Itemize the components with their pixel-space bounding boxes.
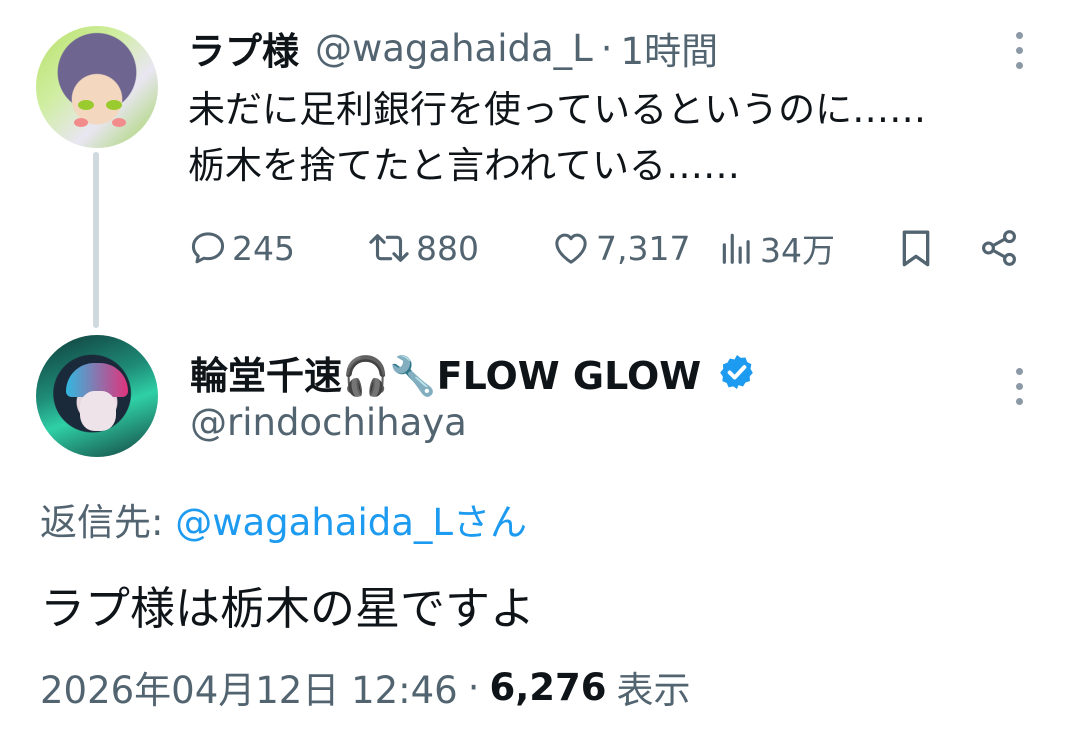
- reply-timestamp[interactable]: 2026年04月12日 12:46: [40, 660, 458, 714]
- reply-views-count: 6,276: [489, 665, 607, 709]
- parent-tweet-time[interactable]: 1時間: [621, 21, 719, 75]
- avatar-art: [74, 118, 88, 127]
- bar-chart-icon: [722, 233, 750, 264]
- parent-tweet[interactable]: ラプ様 @wagahaida_L · 1時間 未だに足利銀行を使っているというの…: [0, 0, 1080, 330]
- parent-avatar[interactable]: [36, 26, 158, 148]
- reply-to-line: 返信先: @wagahaida_Lさん: [40, 492, 527, 546]
- verified-badge-icon: [720, 355, 754, 389]
- reply-author-name[interactable]: 輪堂千速🎧🔧FLOW GLOW: [190, 345, 701, 400]
- avatar-art: [80, 391, 116, 431]
- avatar-art: [106, 100, 122, 110]
- parent-tweet-text-line: 栃木を捨てたと言われている……: [188, 144, 741, 187]
- reply-views-label: 表示: [616, 669, 691, 712]
- heart-icon: [555, 233, 587, 264]
- more-vertical-icon[interactable]: [1013, 32, 1025, 69]
- reply-author-row: 輪堂千速🎧🔧FLOW GLOW: [190, 344, 757, 400]
- parent-author-handle[interactable]: @wagahaida_L: [315, 27, 593, 70]
- views-count: 34万: [760, 231, 835, 270]
- reply-to-prefix: 返信先:: [40, 501, 164, 544]
- views-button[interactable]: 34万: [718, 222, 835, 274]
- reply-author-handle[interactable]: @rindochihaya: [190, 401, 467, 444]
- reply-to-mention-link[interactable]: @wagahaida_Lさん: [175, 501, 527, 544]
- more-vertical-icon[interactable]: [1013, 368, 1025, 405]
- avatar-art: [112, 118, 126, 127]
- retweet-count: 880: [416, 228, 479, 268]
- parent-tweet-text: 未だに足利銀行を使っているというのに…… 栃木を捨てたと言われている……: [188, 82, 1058, 194]
- reply-bubble-icon: [191, 232, 225, 264]
- bookmark-button[interactable]: [896, 222, 936, 274]
- meta-separator: ·: [467, 665, 480, 709]
- avatar-art: [78, 100, 94, 110]
- tweet-actions-bar: 245 880 7,317 34万: [188, 222, 1028, 274]
- retweet-button[interactable]: 880: [366, 222, 479, 274]
- like-count: 7,317: [596, 228, 691, 268]
- reply-button[interactable]: 245: [188, 222, 295, 274]
- reply-avatar[interactable]: [36, 335, 158, 457]
- parent-author-name[interactable]: ラプ様: [188, 21, 299, 75]
- like-button[interactable]: 7,317: [550, 222, 690, 274]
- thread-connector-line: [93, 152, 99, 328]
- reply-tweet-meta: 2026年04月12日 12:46 · 6,276 表示: [40, 660, 691, 714]
- parent-tweet-text-line: 未だに足利銀行を使っているというのに……: [188, 88, 927, 131]
- header-separator: ·: [600, 26, 613, 70]
- reply-tweet-text: ラプ様は栃木の星ですよ: [40, 582, 536, 635]
- retweet-icon: [369, 234, 409, 262]
- share-button[interactable]: [978, 222, 1020, 274]
- bookmark-icon: [902, 230, 930, 267]
- parent-tweet-header: ラプ様 @wagahaida_L · 1時間: [188, 22, 718, 74]
- share-icon: [982, 230, 1016, 266]
- reply-count: 245: [232, 228, 295, 268]
